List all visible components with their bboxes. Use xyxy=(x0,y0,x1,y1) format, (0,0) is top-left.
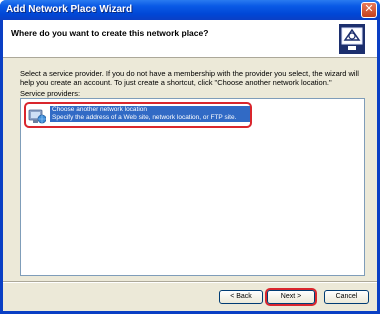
back-button[interactable]: < Back xyxy=(219,290,263,304)
network-wizard-icon xyxy=(339,24,365,54)
close-button[interactable]: ✕ xyxy=(361,2,377,18)
close-icon: ✕ xyxy=(364,3,374,15)
title-bar[interactable]: Add Network Place Wizard ✕ xyxy=(0,0,380,20)
list-item-choose-network-location[interactable]: Choose another network location Specify … xyxy=(24,102,252,128)
footer-divider xyxy=(3,281,377,283)
window-title: Add Network Place Wizard xyxy=(6,4,133,15)
providers-list[interactable]: Choose another network location Specify … xyxy=(20,98,365,276)
provider-detail: Specify the address of a Web site, netwo… xyxy=(52,114,237,121)
network-globe-icon xyxy=(28,109,46,124)
description-text: Select a service provider. If you do not… xyxy=(20,69,359,87)
providers-label: Service providers: xyxy=(20,89,81,98)
cancel-button[interactable]: Cancel xyxy=(324,290,369,304)
header-panel: Where do you want to create this network… xyxy=(3,20,377,58)
provider-name: Choose another network location xyxy=(52,106,148,113)
provider-text: Choose another network location Specify … xyxy=(50,106,250,122)
next-button[interactable]: Next > xyxy=(267,290,315,304)
wizard-window: Add Network Place Wizard ✕ Where do you … xyxy=(0,0,380,314)
page-title: Where do you want to create this network… xyxy=(11,28,209,38)
